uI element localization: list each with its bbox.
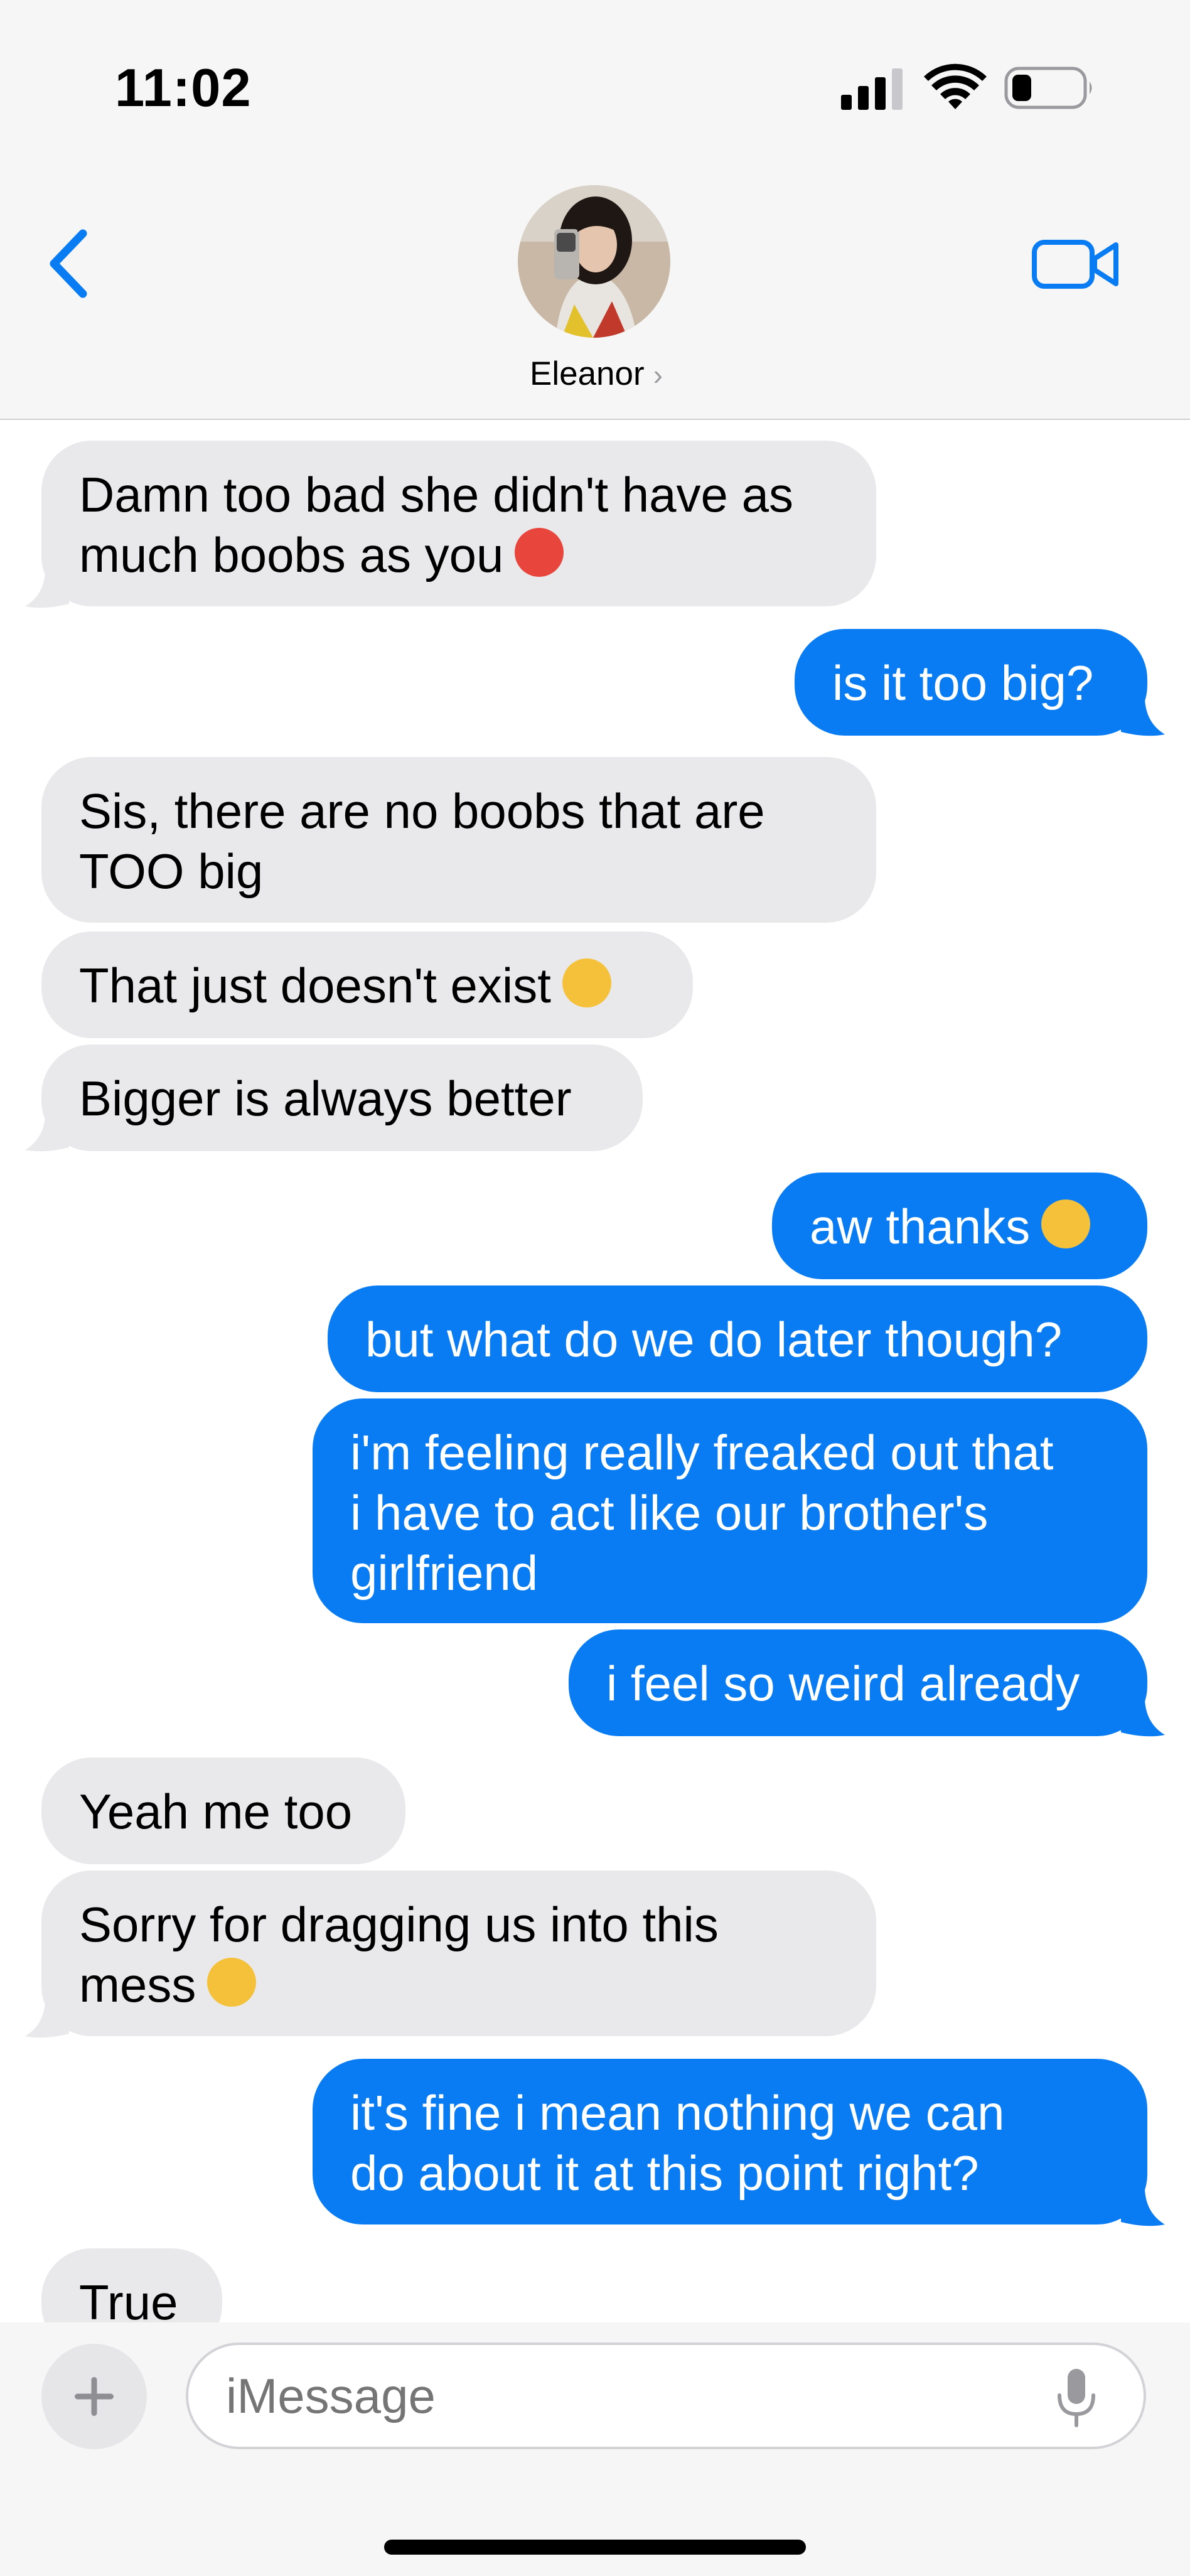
message-bubble-incoming[interactable]: That just doesn't exist: [41, 931, 693, 1038]
message-text: do about it at this point right?: [350, 2145, 979, 2201]
grimacing-face-emoji-icon: [207, 1958, 257, 2007]
message-text: Yeah me too: [79, 1784, 353, 1839]
status-time: 11:02: [115, 58, 252, 118]
message-text: Bigger is always better: [79, 1071, 572, 1126]
message-text: i'm feeling really freaked out that: [350, 1425, 1054, 1480]
message-text: girlfriend: [350, 1545, 539, 1601]
message-text: i feel so weird already: [606, 1656, 1080, 1711]
message-bubble-outgoing[interactable]: but what do we do later though?: [328, 1285, 1147, 1392]
back-chevron-icon[interactable]: [44, 226, 100, 301]
hot-face-emoji-icon: [515, 528, 564, 577]
message-text: it's fine i mean nothing we can: [350, 2085, 1005, 2140]
message-bubble-outgoing[interactable]: aw thanks: [772, 1173, 1147, 1279]
message-bubble-outgoing[interactable]: i feel so weird already: [569, 1629, 1147, 1736]
bubble-tail: [25, 1115, 69, 1152]
message-text: but what do we do later though?: [365, 1312, 1063, 1367]
bubble-tail: [25, 2001, 69, 2038]
contact-name: Eleanor: [529, 355, 645, 392]
message-bubble-outgoing[interactable]: is it too big?: [795, 629, 1147, 736]
contact-name-button[interactable]: Eleanor ›: [502, 355, 690, 393]
message-text: is it too big?: [832, 655, 1094, 711]
message-bubble-incoming[interactable]: Yeah me too: [41, 1758, 405, 1864]
message-text: Sis, there are no boobs that are: [79, 783, 765, 839]
message-text: much boobs as you: [79, 525, 839, 585]
message-text: TOO big: [79, 844, 264, 899]
plus-icon[interactable]: [41, 2344, 147, 2449]
wifi-icon: [924, 63, 987, 109]
message-bubble-incoming[interactable]: Damn too bad she didn't have as much boo…: [41, 441, 876, 606]
contact-avatar[interactable]: [518, 185, 670, 338]
message-bubble-incoming[interactable]: Sorry for dragging us into this mess: [41, 1870, 876, 2036]
message-bubble-outgoing[interactable]: it's fine i mean nothing we can do about…: [313, 2059, 1147, 2224]
microphone-icon[interactable]: [1054, 2366, 1098, 2429]
home-indicator[interactable]: [384, 2540, 806, 2555]
message-bubble-outgoing[interactable]: i'm feeling really freaked out that i ha…: [313, 1398, 1147, 1623]
signal-icon: [841, 66, 904, 110]
bubble-tail: [1121, 2189, 1165, 2226]
message-bubble-incoming[interactable]: Sis, there are no boobs that are TOO big: [41, 757, 876, 923]
tears-of-joy-emoji-icon: [562, 958, 611, 1007]
bubble-tail: [1121, 699, 1165, 736]
message-text: Sorry for dragging us into this: [79, 1897, 719, 1952]
video-camera-icon[interactable]: [1029, 232, 1123, 295]
message-text: aw thanks: [810, 1196, 1110, 1257]
message-input[interactable]: [186, 2343, 1146, 2449]
bubble-tail: [25, 571, 69, 608]
chevron-right-icon: ›: [653, 358, 663, 391]
message-text: Damn too bad she didn't have as: [79, 467, 793, 522]
message-bubble-incoming[interactable]: Bigger is always better: [41, 1044, 643, 1151]
message-text: That just doesn't exist: [79, 955, 655, 1016]
battery-icon: [1004, 67, 1092, 109]
bubble-tail: [1121, 1700, 1165, 1737]
message-text: i have to act like our brother's: [350, 1485, 989, 1540]
smiling-face-emoji-icon: [1041, 1199, 1091, 1248]
message-text: mess: [79, 1955, 839, 2015]
